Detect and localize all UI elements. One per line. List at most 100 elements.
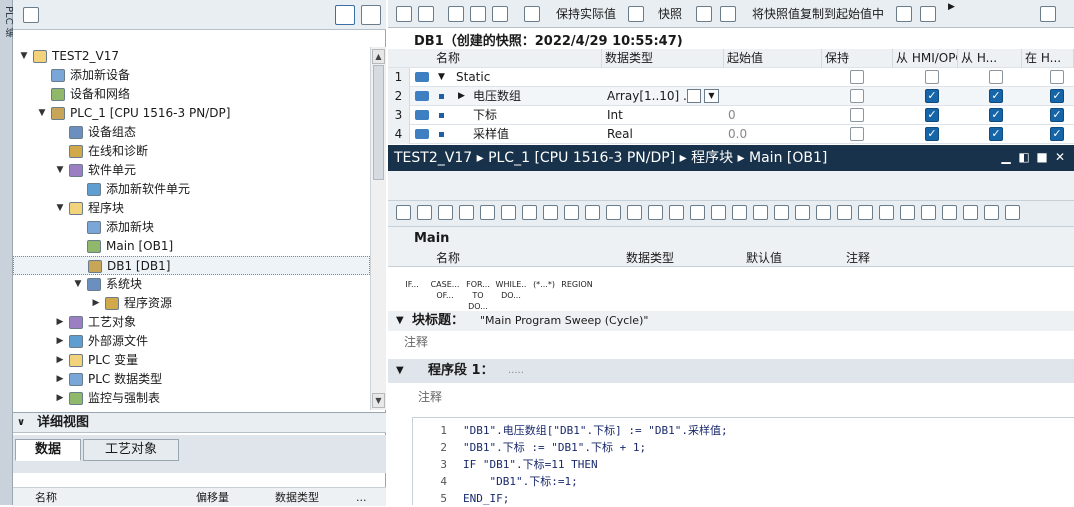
db-column-header[interactable]: 名称 [433,49,602,68]
code-text[interactable]: IF "DB1".下标=11 THEN [463,456,598,473]
ob-toolbar-icon[interactable] [984,205,999,220]
ob-toolbar-icon[interactable] [816,205,831,220]
scl-snippet-button[interactable]: CASE... OF... [429,275,461,307]
tree-arrow-icon[interactable]: ▼ [73,275,83,294]
checkbox[interactable] [850,70,864,84]
db-member-name[interactable]: 下标 [473,106,497,124]
checkbox[interactable] [850,89,864,103]
db-column-header[interactable]: 从 H... [958,49,1022,68]
tree-arrow-icon[interactable]: ▶ [55,389,65,408]
ob-toolbar-icon[interactable] [1005,205,1020,220]
collapse-arrow-icon[interactable]: ∨ [17,413,25,433]
tree-item[interactable]: 设备和网络 [13,85,370,104]
ob-toolbar-icon[interactable] [627,205,642,220]
tree-arrow-icon[interactable]: ▶ [55,332,65,351]
ob-toolbar-icon[interactable] [417,205,432,220]
ob-toolbar-icon[interactable] [669,205,684,220]
tree-arrow-icon[interactable]: ▶ [91,294,101,313]
block-title-row[interactable]: ▼ 块标题： "Main Program Sweep (Cycle)" [388,311,1074,331]
checkbox[interactable]: ✓ [1050,127,1064,141]
ob-toolbar-icon[interactable] [690,205,705,220]
snapshot-button[interactable]: 快照 [658,0,682,28]
code-line[interactable]: 1 "DB1".电压数组["DB1".下标] := "DB1".采样值; [413,422,1074,439]
scroll-up-icon[interactable]: ▲ [372,49,385,64]
type-browse-icon[interactable] [687,89,701,103]
checkbox[interactable]: ✓ [989,127,1003,141]
block-collapse-icon[interactable]: ▼ [396,311,404,331]
code-text[interactable]: "DB1".下标:=1; [463,473,577,490]
db-member-start[interactable]: 0.0 [728,125,747,143]
load-icon[interactable] [920,6,936,22]
tree-item[interactable]: 添加新设备 [13,66,370,85]
ob-toolbar-icon[interactable] [753,205,768,220]
tree-item[interactable]: ▶ 外部源文件 [13,332,370,351]
tree-arrow-icon[interactable]: ▼ [55,199,65,218]
checkbox[interactable]: ✓ [1050,108,1064,122]
detail-view-header[interactable]: ∨ 详细视图 [13,413,386,433]
ob-toolbar-icon[interactable] [522,205,537,220]
checkbox[interactable] [1050,70,1064,84]
tree-options-icon[interactable] [23,7,39,23]
tree-item[interactable]: ▼ 系统块 [13,275,370,294]
keep-actual-button[interactable]: 保持实际值 [556,0,616,28]
code-text[interactable]: "DB1".下标 := "DB1".下标 + 1; [463,439,646,456]
ob-toolbar-icon[interactable] [837,205,852,220]
code-line[interactable]: 3 IF "DB1".下标=11 THEN [413,456,1074,473]
network-header[interactable]: ▼ 程序段 1： ..... [388,359,1074,383]
more-arrow-icon[interactable]: ▶ [948,0,955,21]
close-icon[interactable]: ✕ [1054,151,1066,163]
overview-icon[interactable] [335,5,355,25]
checkbox[interactable] [989,70,1003,84]
db-column-header[interactable]: 起始值 [724,49,822,68]
db-column-header[interactable]: 从 HMI/OPC.. [893,49,958,68]
ob-toolbar-icon[interactable] [480,205,495,220]
ob-toolbar-icon[interactable] [942,205,957,220]
expand-icon[interactable] [448,6,464,22]
ob-toolbar-icon[interactable] [396,205,411,220]
scl-snippet-button[interactable]: REGION [561,275,593,307]
tree-item[interactable]: ▶ PLC 变量 [13,351,370,370]
db-column-header[interactable]: 在 H... [1022,49,1074,68]
ob-toolbar-icon[interactable] [606,205,621,220]
tree-arrow-icon[interactable]: ▼ [19,47,29,66]
ob-toolbar-icon[interactable] [963,205,978,220]
expand-arrow-icon[interactable]: ▶ [458,87,465,105]
maximize-icon[interactable]: ■ [1036,151,1048,163]
tree-arrow-icon[interactable]: ▶ [55,351,65,370]
scl-snippet-button[interactable]: FOR... TO DO... [462,275,494,311]
scl-snippet-button[interactable]: WHILE.. DO... [495,275,527,307]
tree-item[interactable]: ▼ 程序块 [13,199,370,218]
ob-toolbar-icon[interactable] [921,205,936,220]
tab-data[interactable]: 数据 [15,439,81,461]
scl-snippet-button[interactable]: IF... [396,275,428,307]
scroll-thumb[interactable] [373,65,384,180]
code-text[interactable]: END_IF; [463,490,509,507]
db-row[interactable]: 1 ▼ Static [388,68,1074,87]
db-member-type[interactable]: Real [607,125,633,143]
ob-toolbar-icon[interactable] [900,205,915,220]
tree-item[interactable]: ▼ TEST2_V17 [13,47,370,66]
tree-item[interactable]: 在线和诊断 [13,142,370,161]
ob-toolbar-icon[interactable] [858,205,873,220]
tree-item[interactable]: 添加新软件单元 [13,180,370,199]
tree-item[interactable]: Main [OB1] [13,237,370,256]
ob-toolbar-icon[interactable] [543,205,558,220]
tree-scrollbar[interactable]: ▲ ▼ [370,47,386,410]
db-column-header[interactable]: 保持 [822,49,893,68]
scroll-down-icon[interactable]: ▼ [372,393,385,408]
scl-code-editor[interactable]: 1 "DB1".电压数组["DB1".下标] := "DB1".采样值; 2 "DB1… [412,417,1074,505]
db-member-name[interactable]: 电压数组 [473,87,521,105]
checkbox[interactable] [850,108,864,122]
ob-toolbar-icon[interactable] [459,205,474,220]
tree-arrow-icon[interactable]: ▼ [55,161,65,180]
db-row[interactable]: 3 下标 Int 0 ✓ ✓ ✓ [388,106,1074,125]
block-comment[interactable]: 注释 [404,332,1074,352]
db-row[interactable]: 4 采样值 Real 0.0 ✓ ✓ ✓ [388,125,1074,144]
ob-toolbar-icon[interactable] [564,205,579,220]
code-line[interactable]: 4 "DB1".下标:=1; [413,473,1074,490]
ob-toolbar-icon[interactable] [879,205,894,220]
tree-item[interactable]: ▶ 监控与强制表 [13,389,370,408]
tree-item[interactable]: ▶ PLC 数据类型 [13,370,370,389]
list-icon[interactable] [492,6,508,22]
code-text[interactable]: "DB1".电压数组["DB1".下标] := "DB1".采样值; [463,422,728,439]
